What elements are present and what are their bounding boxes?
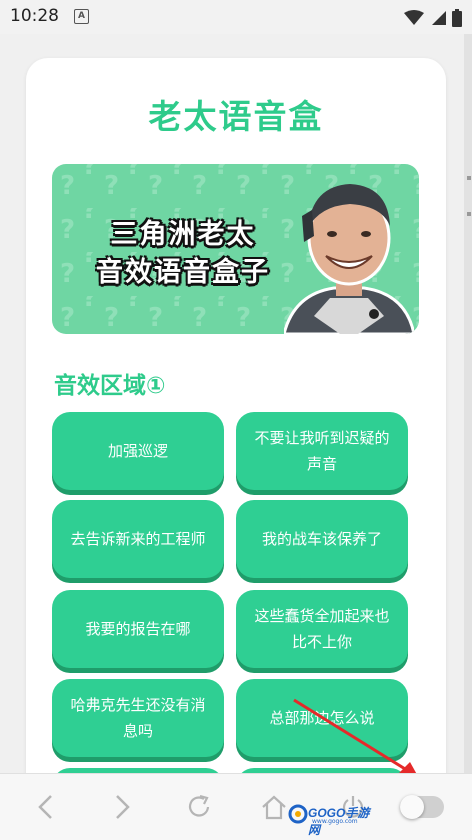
sound-button[interactable]: 我要的报告在哪 (52, 590, 224, 668)
toggle-switch[interactable] (400, 795, 444, 819)
banner: ? ? 三角洲老太 音效语音盒子 (52, 164, 419, 334)
signal-icon (431, 10, 446, 25)
battery-icon (452, 8, 462, 27)
browser-nav-bar: GOGO手游网 www.gogo.com (0, 773, 472, 840)
watermark-icon (288, 804, 308, 824)
banner-line-2: 音效语音盒子 (96, 257, 270, 288)
forward-icon[interactable] (112, 794, 132, 820)
watermark-url: www.gogo.com (312, 818, 358, 825)
banner-line-1: 三角洲老太 (110, 219, 256, 250)
watermark-logo: GOGO手游网 www.gogo.com (288, 802, 378, 837)
character-portrait (284, 184, 414, 334)
refresh-icon[interactable] (186, 794, 212, 820)
sound-button[interactable]: 总部那边怎么说 (236, 679, 408, 757)
sound-button[interactable]: 哈弗克先生还没有消息吗 (52, 679, 224, 757)
status-time: 10:28 (10, 6, 59, 26)
sound-button[interactable]: 我的战车该保养了 (236, 500, 408, 578)
back-icon[interactable] (36, 794, 56, 820)
wifi-icon (403, 9, 424, 25)
sound-button[interactable]: 去告诉新来的工程师 (52, 500, 224, 578)
edge-marker (467, 176, 471, 180)
toggle-knob (400, 795, 424, 819)
status-bar: 10:28 A (0, 0, 472, 34)
notification-icon: A (74, 9, 89, 24)
home-icon[interactable] (260, 794, 288, 820)
scroll-edge (464, 34, 472, 774)
sound-button[interactable]: 不要让我听到迟疑的声音 (236, 412, 408, 490)
sound-button[interactable]: 加强巡逻 (52, 412, 224, 490)
section-title: 音效区域① (54, 373, 166, 399)
sound-button[interactable]: 这些蠢货全加起来也比不上你 (236, 590, 408, 668)
edge-marker (467, 212, 471, 216)
main-card: 老太语音盒 ? ? 三角洲老太 音效语音盒子 音效区 (26, 58, 446, 818)
app-title: 老太语音盒 (148, 97, 324, 136)
status-icons (403, 7, 462, 27)
